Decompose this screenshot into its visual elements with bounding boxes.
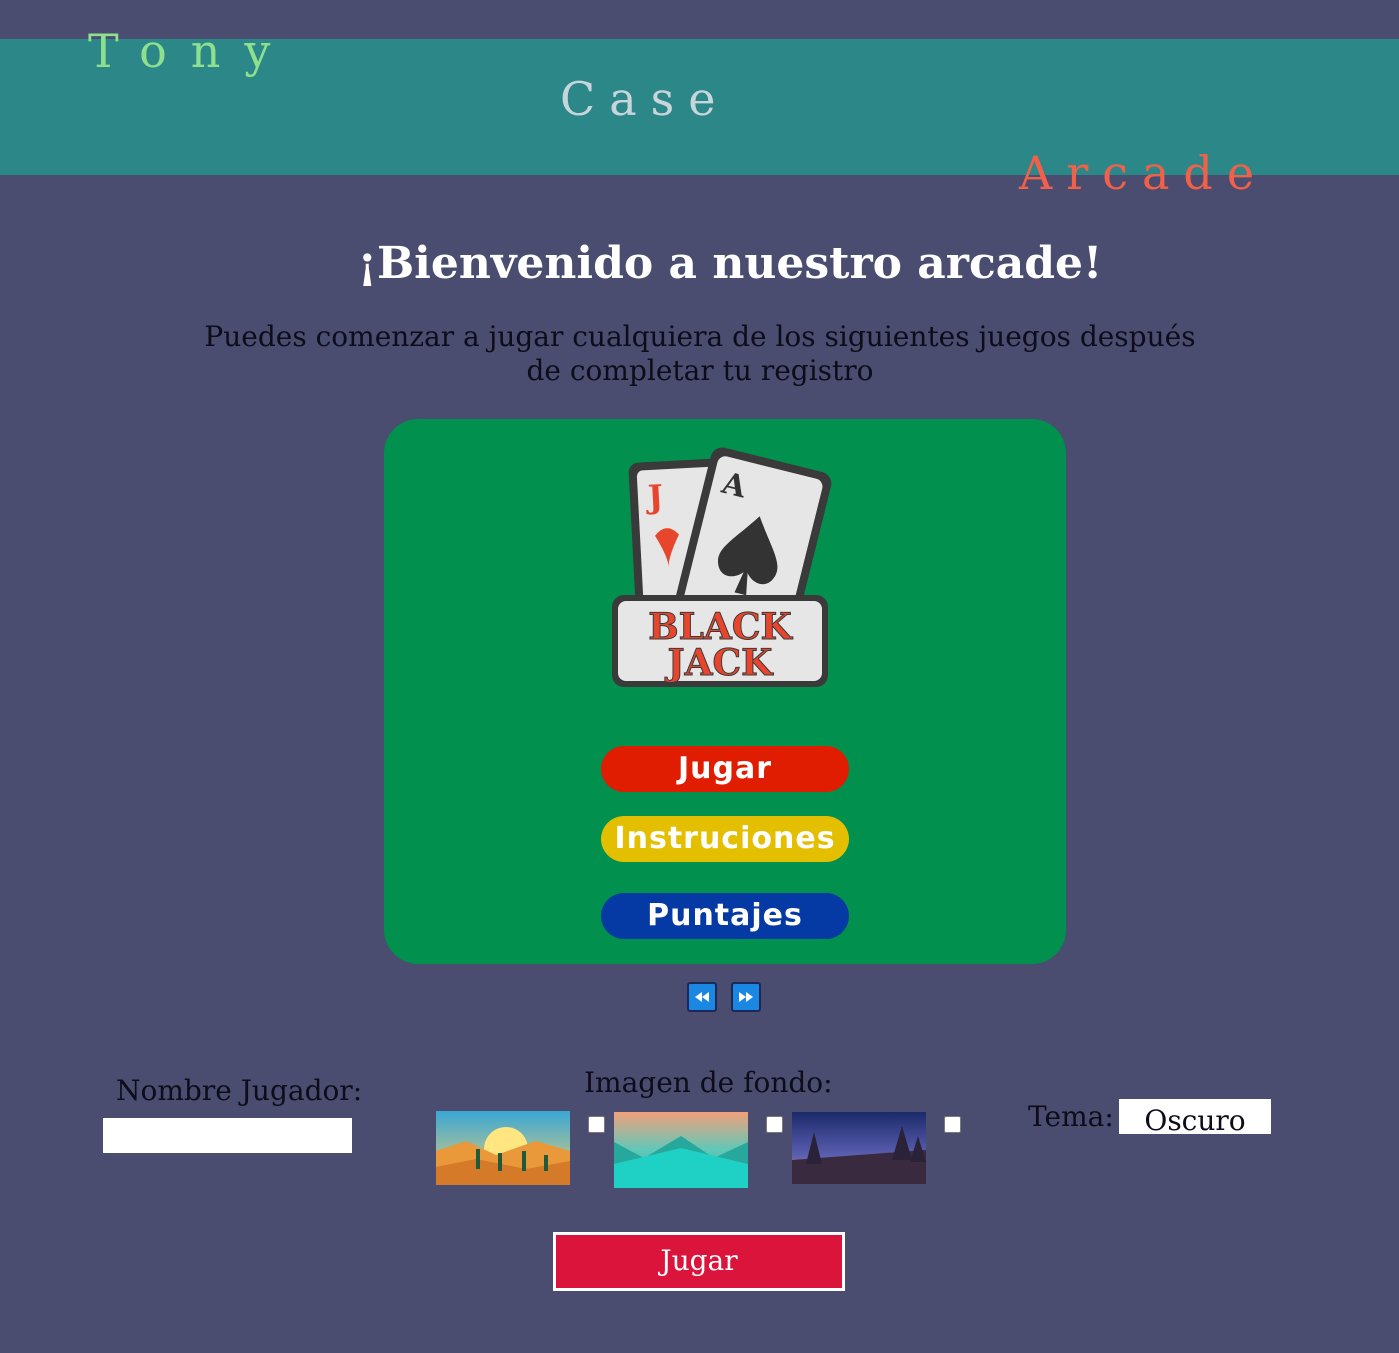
night-forest-background-checkbox[interactable] bbox=[944, 1116, 961, 1133]
intro-text: Puedes comenzar a jugar cualquiera de lo… bbox=[204, 320, 1196, 387]
fast-forward-icon bbox=[739, 992, 753, 1002]
next-game-button[interactable] bbox=[731, 982, 761, 1012]
desert-background-thumbnail[interactable] bbox=[436, 1111, 570, 1185]
submit-play-button[interactable]: Jugar bbox=[553, 1232, 845, 1291]
mountains-background-thumbnail[interactable] bbox=[614, 1112, 748, 1188]
play-game-button[interactable]: Jugar bbox=[601, 746, 849, 792]
brand-word-tony: Tony bbox=[88, 24, 295, 78]
brand-word-case: Case bbox=[560, 72, 730, 126]
desert-background-checkbox[interactable] bbox=[588, 1116, 605, 1133]
instructions-button[interactable]: Instruciones bbox=[601, 816, 849, 862]
player-name-input[interactable] bbox=[103, 1118, 352, 1153]
scores-button[interactable]: Puntajes bbox=[601, 893, 849, 939]
brand-word-arcade: Arcade bbox=[1019, 146, 1269, 200]
previous-game-button[interactable] bbox=[687, 982, 717, 1012]
blackjack-logo: J A BLACK JACK bbox=[612, 447, 832, 687]
night-forest-background-thumbnail[interactable] bbox=[792, 1112, 926, 1184]
theme-select[interactable]: Oscuro bbox=[1119, 1099, 1271, 1134]
player-name-label: Nombre Jugador: bbox=[116, 1074, 363, 1107]
svg-text:JACK: JACK bbox=[665, 642, 775, 684]
mountains-background-checkbox[interactable] bbox=[766, 1116, 783, 1133]
welcome-title: ¡Bienvenido a nuestro arcade! bbox=[357, 238, 1103, 289]
rewind-icon bbox=[695, 992, 709, 1002]
theme-label: Tema: bbox=[1028, 1100, 1114, 1133]
game-card: J A BLACK JACK Jugar Instruciones Puntaj… bbox=[384, 419, 1066, 964]
background-image-label: Imagen de fondo: bbox=[584, 1066, 833, 1099]
